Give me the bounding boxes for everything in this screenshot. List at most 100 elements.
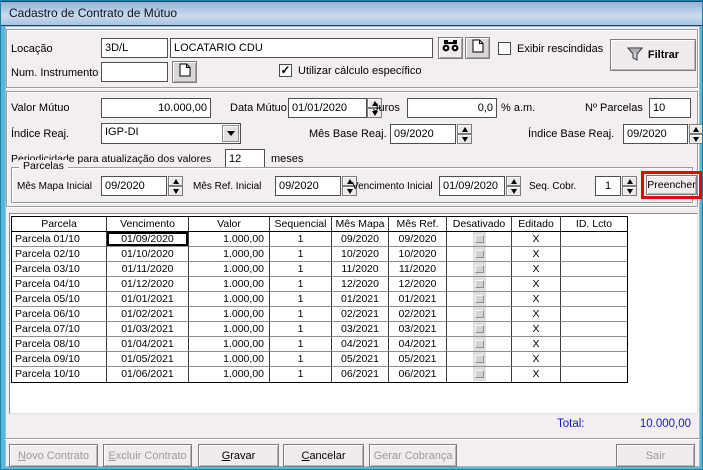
locacao-code-field[interactable]: 3D/L bbox=[101, 38, 168, 58]
grid-cell[interactable]: 05/2021 bbox=[389, 352, 447, 367]
grid-cell[interactable]: X bbox=[512, 367, 561, 382]
parcelas-grid[interactable]: Parcela Vencimento Valor Sequencial Mês Mapa… bbox=[11, 216, 628, 383]
desativado-checkbox[interactable] bbox=[447, 232, 512, 247]
desativado-checkbox[interactable] bbox=[447, 322, 512, 337]
grid-cell[interactable]: Parcela 01/10 bbox=[12, 232, 107, 247]
grid-cell[interactable]: 1.000,00 bbox=[189, 307, 270, 322]
periodicidade-field[interactable]: 12 bbox=[225, 149, 265, 169]
grid-cell[interactable]: 12/2020 bbox=[332, 277, 389, 292]
grid-cell[interactable]: Parcela 10/10 bbox=[12, 367, 107, 382]
utilizar-calculo-checkbox[interactable]: ✓ bbox=[279, 64, 292, 77]
grid-cell[interactable]: X bbox=[512, 337, 561, 352]
vencimento-inicial-spinner[interactable] bbox=[506, 176, 521, 196]
mes-mapa-spinner[interactable] bbox=[168, 176, 183, 196]
grid-cell[interactable]: 1.000,00 bbox=[189, 367, 270, 382]
cancelar-button[interactable]: Cancelar bbox=[283, 444, 364, 467]
mes-base-field[interactable]: 09/2020 bbox=[390, 124, 456, 144]
grid-cell[interactable] bbox=[561, 247, 627, 262]
spin-down-button[interactable] bbox=[622, 186, 637, 196]
grid-cell[interactable]: 1 bbox=[270, 277, 332, 292]
grid-cell[interactable]: 01/05/2021 bbox=[107, 352, 189, 367]
grid-cell[interactable]: 11/2020 bbox=[389, 262, 447, 277]
exibir-rescindidas-checkbox[interactable] bbox=[498, 42, 511, 55]
filtrar-button[interactable]: Filtrar bbox=[610, 39, 696, 71]
grid-cell[interactable]: 1.000,00 bbox=[189, 262, 270, 277]
grid-cell[interactable]: X bbox=[512, 262, 561, 277]
grid-cell[interactable]: X bbox=[512, 352, 561, 367]
spin-down-button[interactable] bbox=[168, 186, 183, 196]
grid-cell[interactable] bbox=[561, 262, 627, 277]
spin-up-button[interactable] bbox=[457, 124, 472, 134]
grid-cell[interactable]: Parcela 08/10 bbox=[12, 337, 107, 352]
spin-up-button[interactable] bbox=[622, 176, 637, 186]
grid-cell[interactable]: 11/2020 bbox=[332, 262, 389, 277]
grid-cell[interactable]: 1 bbox=[270, 292, 332, 307]
excluir-contrato-button[interactable]: Excluir Contrato bbox=[103, 444, 192, 467]
grid-cell[interactable]: 06/2021 bbox=[389, 367, 447, 382]
spin-up-button[interactable] bbox=[506, 176, 521, 186]
grid-cell[interactable] bbox=[561, 292, 627, 307]
desativado-checkbox[interactable] bbox=[447, 367, 512, 382]
new-locacao-button[interactable] bbox=[465, 37, 490, 59]
indice-base-spinner[interactable] bbox=[689, 124, 702, 144]
desativado-checkbox[interactable] bbox=[447, 307, 512, 322]
novo-contrato-button[interactable]: Novo Contrato bbox=[9, 444, 98, 467]
focused-grid-cell[interactable]: 01/09/2020 bbox=[107, 232, 189, 247]
grid-cell[interactable]: 02/2021 bbox=[332, 307, 389, 322]
grid-cell[interactable]: 06/2021 bbox=[332, 367, 389, 382]
grid-cell[interactable]: 03/2021 bbox=[332, 322, 389, 337]
grid-cell[interactable]: 01/02/2021 bbox=[107, 307, 189, 322]
sair-button[interactable]: Sair bbox=[616, 444, 695, 467]
spin-down-button[interactable] bbox=[457, 134, 472, 144]
grid-cell[interactable]: Parcela 06/10 bbox=[12, 307, 107, 322]
grid-cell[interactable]: 01/01/2021 bbox=[107, 292, 189, 307]
grid-cell[interactable]: 1.000,00 bbox=[189, 247, 270, 262]
grid-cell[interactable]: 01/03/2021 bbox=[107, 322, 189, 337]
grid-cell[interactable]: 1.000,00 bbox=[189, 232, 270, 247]
grid-cell[interactable]: X bbox=[512, 322, 561, 337]
grid-cell[interactable]: Parcela 02/10 bbox=[12, 247, 107, 262]
grid-cell[interactable]: Parcela 07/10 bbox=[12, 322, 107, 337]
grid-cell[interactable] bbox=[561, 352, 627, 367]
grid-cell[interactable]: 1.000,00 bbox=[189, 337, 270, 352]
grid-cell[interactable]: 1 bbox=[270, 352, 332, 367]
grid-cell[interactable]: 10/2020 bbox=[332, 247, 389, 262]
valor-mutuo-field[interactable]: 10.000,00 bbox=[101, 98, 211, 118]
grid-cell[interactable]: 09/2020 bbox=[389, 232, 447, 247]
grid-cell[interactable]: 02/2021 bbox=[389, 307, 447, 322]
mes-ref-field[interactable]: 09/2020 bbox=[275, 176, 341, 196]
preencher-button[interactable]: Preencher bbox=[646, 175, 697, 195]
grid-cell[interactable]: X bbox=[512, 307, 561, 322]
grid-cell[interactable]: 1.000,00 bbox=[189, 277, 270, 292]
grid-cell[interactable]: X bbox=[512, 247, 561, 262]
indice-base-field[interactable]: 09/2020 bbox=[623, 124, 688, 144]
grid-cell[interactable] bbox=[561, 277, 627, 292]
grid-cell[interactable]: 1.000,00 bbox=[189, 322, 270, 337]
grid-cell[interactable]: 1 bbox=[270, 322, 332, 337]
grid-cell[interactable]: Parcela 03/10 bbox=[12, 262, 107, 277]
indice-reaj-combo[interactable]: IGP-DI bbox=[101, 123, 241, 144]
mes-mapa-field[interactable]: 09/2020 bbox=[101, 176, 167, 196]
grid-cell[interactable]: 1 bbox=[270, 262, 332, 277]
combo-dropdown-button[interactable] bbox=[222, 125, 239, 142]
grid-cell[interactable]: 01/04/2021 bbox=[107, 337, 189, 352]
grid-cell[interactable]: 01/11/2020 bbox=[107, 262, 189, 277]
grid-cell[interactable]: 1 bbox=[270, 307, 332, 322]
locacao-name-field[interactable]: LOCATARIO CDU bbox=[170, 38, 433, 58]
gravar-button[interactable]: Gravar bbox=[198, 444, 279, 467]
spin-down-button[interactable] bbox=[506, 186, 521, 196]
grid-cell[interactable]: 1 bbox=[270, 247, 332, 262]
seq-cobr-field[interactable]: 1 bbox=[595, 176, 621, 196]
spin-up-button[interactable] bbox=[689, 124, 702, 134]
grid-cell[interactable]: 01/12/2020 bbox=[107, 277, 189, 292]
gerar-cobranca-button[interactable]: Gerar Cobrança bbox=[369, 444, 457, 467]
grid-cell[interactable]: 04/2021 bbox=[332, 337, 389, 352]
grid-cell[interactable] bbox=[561, 232, 627, 247]
grid-cell[interactable] bbox=[561, 322, 627, 337]
grid-cell[interactable]: 05/2021 bbox=[332, 352, 389, 367]
grid-cell[interactable] bbox=[561, 307, 627, 322]
grid-cell[interactable]: 01/2021 bbox=[389, 292, 447, 307]
grid-cell[interactable]: 1 bbox=[270, 232, 332, 247]
grid-cell[interactable]: Parcela 04/10 bbox=[12, 277, 107, 292]
grid-cell[interactable]: X bbox=[512, 232, 561, 247]
